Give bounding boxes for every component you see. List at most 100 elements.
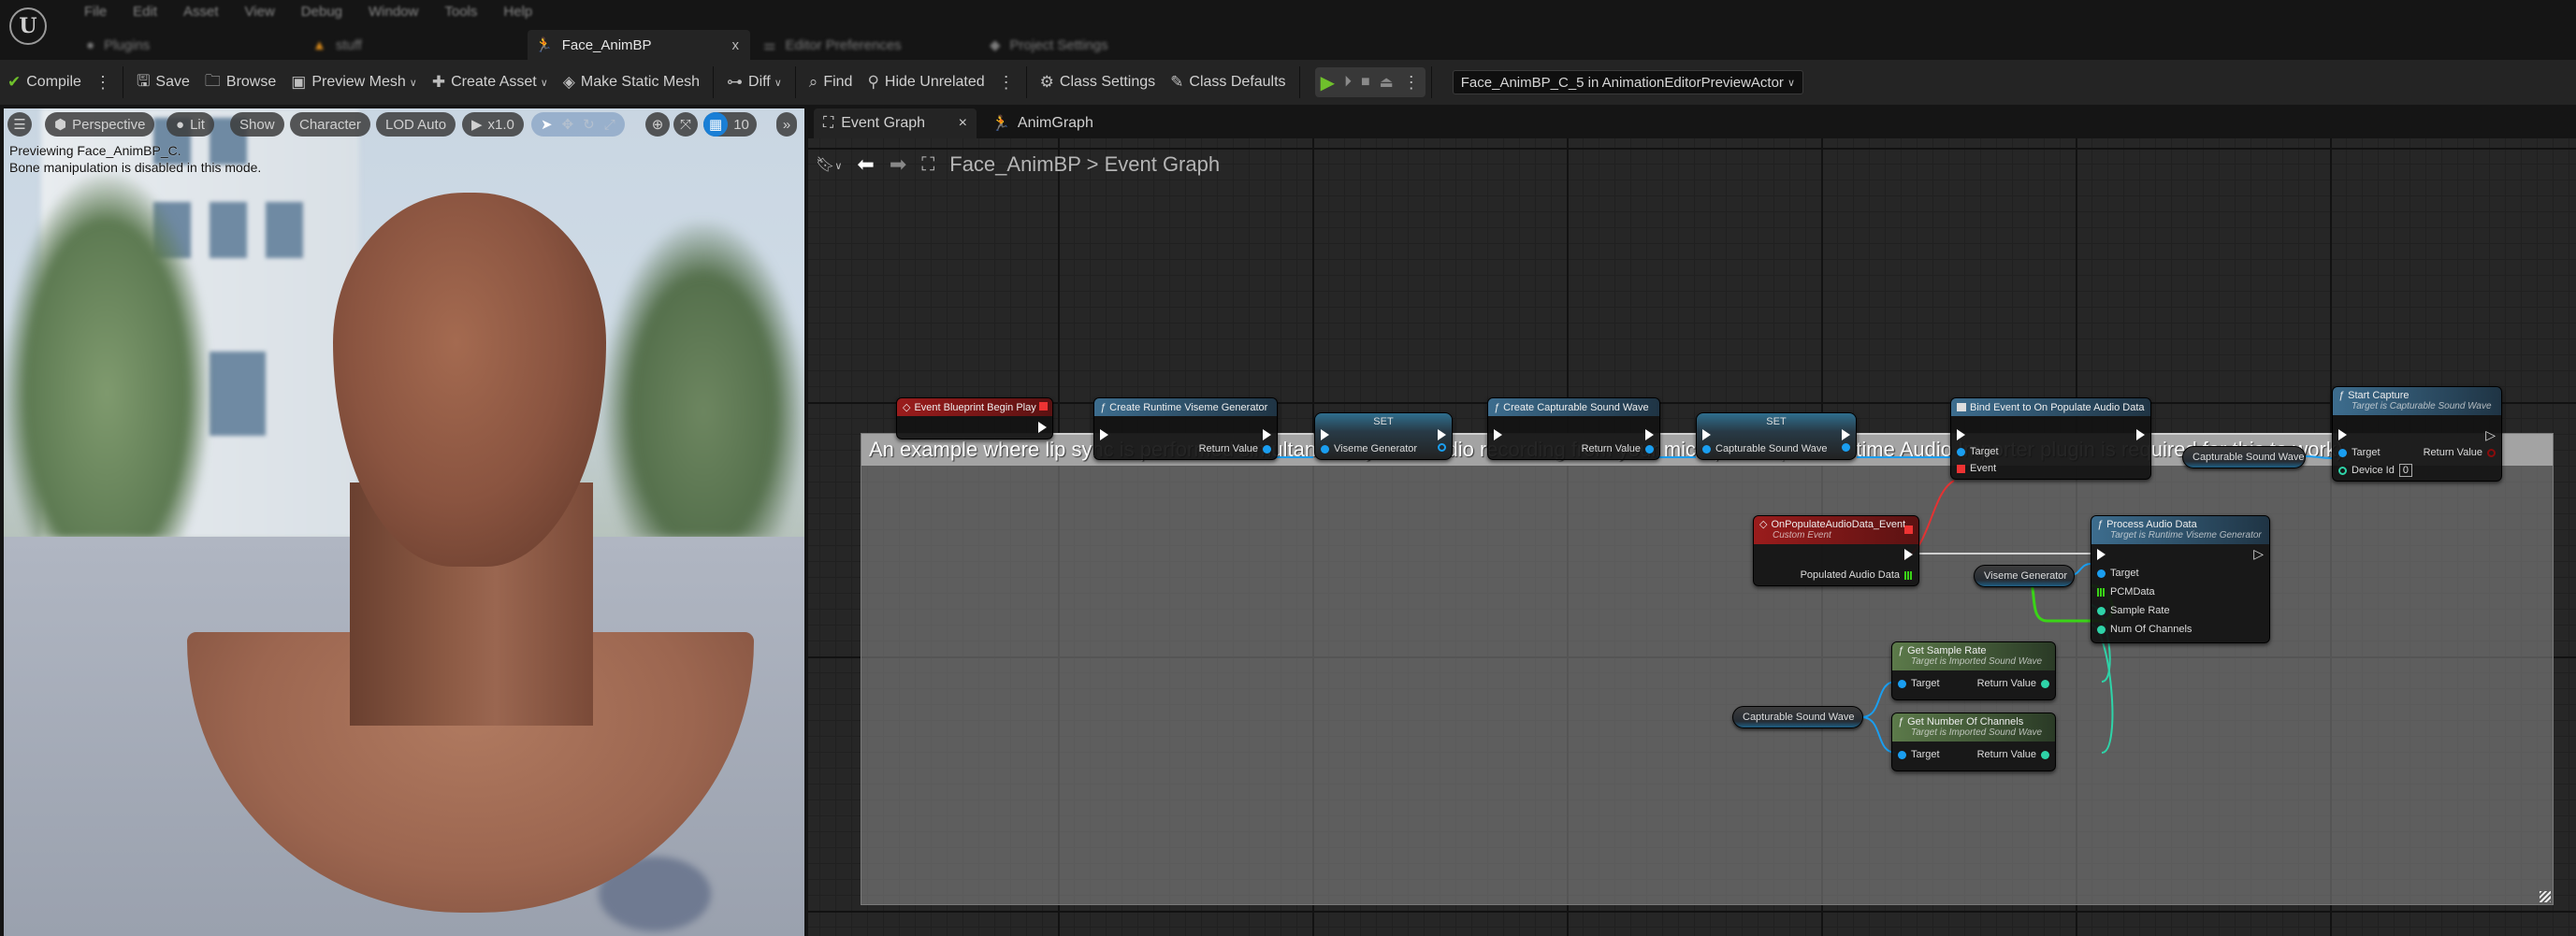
rotate-tool-icon[interactable]: ↻ [583,116,595,133]
exec-out-pin[interactable] [1263,429,1271,440]
exec-out-pin[interactable] [2136,429,2145,440]
lod-button[interactable]: LOD Auto [376,112,456,137]
exec-out-pin[interactable] [1842,429,1850,440]
show-button[interactable]: Show [230,112,284,137]
output-pin[interactable] [1842,443,1850,452]
node-bind-event-on-populate-audio-data[interactable]: Bind Event to On Populate Audio Data Tar… [1950,397,2151,480]
graph-canvas[interactable]: 🔖︎∨ ⬅ ➡ ⛶ Face_AnimBP > Event Graph An e… [808,138,2576,936]
exec-out-pin[interactable] [1904,549,1913,560]
delegate-pin[interactable] [1039,402,1048,410]
target-pin[interactable]: Target [1957,446,1999,457]
close-tab-icon[interactable]: x [732,37,740,53]
compile-options-icon[interactable]: ⋮ [89,73,117,93]
exec-out-pin[interactable]: ▷ [2253,546,2264,562]
node-set-viseme-generator[interactable]: SET Viseme Generator [1314,412,1453,460]
menu-view[interactable]: View [232,4,288,20]
viseme-generator-pin[interactable]: Viseme Generator [1321,443,1417,454]
create-asset-button[interactable]: ✚ Create Asset ∨ [425,60,556,105]
exec-in-pin[interactable] [1957,429,1965,440]
menu-debug[interactable]: Debug [288,4,355,20]
viewport-overflow-button[interactable]: » [776,112,797,137]
class-settings-button[interactable]: ⚙ Class Settings [1033,60,1164,105]
doc-tab-plugins[interactable]: ● Plugins [77,30,264,60]
populated-audio-data-pin[interactable]: Populated Audio Data [1801,569,1913,581]
variable-viseme-generator[interactable]: Viseme Generator [1974,565,2075,587]
target-pin[interactable]: Target [1898,749,1940,760]
num-channels-pin[interactable]: Num Of Channels [2097,624,2192,635]
target-pin[interactable]: Target [2338,447,2381,458]
viewport-menu-button[interactable]: ☰ [7,112,32,137]
node-set-capturable-sound-wave[interactable]: SET Capturable Sound Wave [1696,412,1857,460]
class-defaults-button[interactable]: ✎ Class Defaults [1163,60,1293,105]
menu-window[interactable]: Window [355,4,431,20]
back-arrow-icon[interactable]: ⬅ [857,152,874,177]
variable-capturable-sound-wave[interactable]: Capturable Sound Wave [2182,446,2306,468]
menu-file[interactable]: File [71,4,120,20]
return-value-pin[interactable]: Return Value [1977,678,2049,689]
hide-unrelated-options-icon[interactable]: ⋮ [992,73,1020,93]
node-process-audio-data[interactable]: ƒ Process Audio Data Target is Runtime Vi… [2091,515,2270,643]
node-get-sample-rate[interactable]: ƒ Get Sample Rate Target is Imported Soun… [1891,641,2056,700]
lit-button[interactable]: ● Lit [166,112,214,137]
exec-out-pin[interactable] [1438,429,1446,440]
exec-out-pin[interactable]: ▷ [2485,427,2496,443]
node-on-populate-audio-data-event[interactable]: ◇ OnPopulateAudioData_Event Custom Event … [1753,515,1919,586]
perspective-button[interactable]: ⬢ Perspective [45,112,155,137]
exec-in-pin[interactable] [1702,429,1711,440]
exec-in-pin[interactable] [2338,429,2347,440]
scale-tool-icon[interactable]: ⤢ [604,117,615,133]
node-start-capture[interactable]: ƒ Start Capture Target is Capturable Soun… [2332,386,2502,482]
doc-tab-project-settings[interactable]: ◆ Project Settings [986,30,1192,60]
node-event-begin-play[interactable]: ◇ Event Blueprint Begin Play [896,397,1053,439]
save-button[interactable]: 🖫 Save [129,60,197,105]
close-tab-icon[interactable]: × [959,115,967,132]
character-button[interactable]: Character [290,112,370,137]
tab-event-graph[interactable]: ⛶ Event Graph × [814,108,977,138]
doc-tab-stuff[interactable]: ▲ stuff [309,30,496,60]
exec-in-pin[interactable] [1321,429,1329,440]
eject-icon[interactable]: ⏏ [1380,73,1394,92]
device-id-pin[interactable]: Device Id 0 [2338,464,2412,477]
capturable-sound-wave-pin[interactable]: Capturable Sound Wave [1702,443,1827,454]
find-button[interactable]: ⌕ Find [802,60,861,105]
target-pin[interactable]: Target [2097,568,2139,579]
resize-handle-icon[interactable] [2540,891,2551,902]
pcm-data-pin[interactable]: PCMData [2097,586,2155,598]
return-value-pin[interactable]: Return Value [2424,447,2496,458]
target-pin[interactable]: Target [1898,678,1940,689]
return-value-pin[interactable]: Return Value [1977,749,2049,760]
output-pin[interactable] [1438,443,1446,452]
tab-animgraph[interactable]: 🏃 AnimGraph [982,108,1103,138]
step-icon[interactable]: ⏵ [1344,74,1352,91]
exec-in-pin[interactable] [1494,429,1502,440]
menu-edit[interactable]: Edit [120,4,170,20]
menu-help[interactable]: Help [490,4,545,20]
node-create-runtime-viseme-generator[interactable]: ƒ Create Runtime Viseme Generator Return … [1093,397,1278,460]
hide-unrelated-button[interactable]: ⚲ Hide Unrelated [860,60,991,105]
exec-in-pin[interactable] [2097,549,2106,560]
node-get-number-of-channels[interactable]: ƒ Get Number Of Channels Target is Import… [1891,713,2056,771]
unreal-logo-icon[interactable]: U [9,7,47,45]
exec-out-pin[interactable] [1645,429,1654,440]
grid-snap-button[interactable]: ▦ 10 [703,112,757,137]
delegate-out-pin[interactable] [1904,526,1913,534]
make-static-mesh-button[interactable]: ◈ Make Static Mesh [556,60,707,105]
surface-snap-button[interactable]: ⤧ [673,112,698,137]
exec-in-pin[interactable] [1100,429,1108,440]
node-create-capturable-sound-wave[interactable]: ƒ Create Capturable Sound Wave Return Val… [1487,397,1660,460]
move-tool-icon[interactable]: ✥ [562,116,574,133]
breadcrumb-root[interactable]: Face_AnimBP [949,152,1080,176]
compile-button[interactable]: ✔ Compile [0,60,89,105]
menu-tools[interactable]: Tools [431,4,490,20]
playback-speed-button[interactable]: ▶ x1.0 [462,112,524,137]
diff-button[interactable]: ⊶ Diff ∨ [719,60,789,105]
doc-tab-face-animbp[interactable]: 🏃 Face_AnimBP x [528,30,750,60]
preview-mesh-button[interactable]: ▣ Preview Mesh ∨ [283,60,425,105]
play-icon[interactable]: ▶ [1321,71,1335,94]
world-local-button[interactable]: ⊕ [645,112,670,137]
play-options-icon[interactable]: ⋮ [1403,73,1420,93]
exec-out-pin[interactable] [1038,422,1047,433]
return-value-pin[interactable]: Return Value [1199,443,1271,454]
sample-rate-pin[interactable]: Sample Rate [2097,605,2170,616]
menu-asset[interactable]: Asset [170,4,232,20]
